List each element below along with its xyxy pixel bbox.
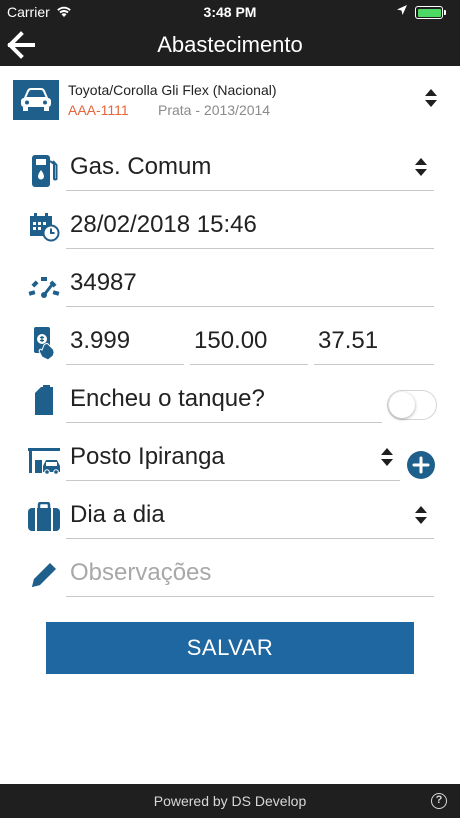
fuel-type-select[interactable]: Gas. Comum xyxy=(66,143,434,191)
sort-arrows-icon xyxy=(415,506,427,524)
fuel-can-icon xyxy=(26,383,62,419)
add-station-button[interactable] xyxy=(407,451,435,479)
calendar-clock-icon xyxy=(26,209,62,245)
car-icon xyxy=(13,80,59,120)
vehicle-details: Prata - 2013/2014 xyxy=(158,102,271,118)
vehicle-plate: AAA-1111 xyxy=(68,102,129,118)
odometer-field[interactable]: 34987 xyxy=(66,259,434,307)
fuel-type-row[interactable]: Gas. Comum xyxy=(0,139,460,197)
powered-by-text: Powered by DS Develop xyxy=(153,793,307,809)
station-row[interactable]: Posto Ipiranga xyxy=(0,429,460,487)
vehicle-name: Toyota/Corolla Gli Flex (Nacional) xyxy=(68,82,277,98)
full-tank-toggle[interactable] xyxy=(387,390,437,420)
vehicle-selector[interactable]: Toyota/Corolla Gli Flex (Nacional) AAA-1… xyxy=(0,66,460,132)
price-row: 3.999 150.00 37.51 xyxy=(0,313,460,371)
plus-icon xyxy=(412,456,430,474)
notes-field[interactable]: Observações xyxy=(66,549,434,597)
category-row[interactable]: Dia a dia xyxy=(0,487,460,545)
help-icon[interactable]: ? xyxy=(431,793,447,809)
datetime-field[interactable]: 28/02/2018 15:46 xyxy=(66,201,434,249)
battery-level xyxy=(417,8,441,17)
location-arrow-icon xyxy=(397,5,407,15)
briefcase-icon xyxy=(26,499,62,535)
price-per-liter-field[interactable]: 3.999 xyxy=(66,317,184,365)
sort-arrows-icon xyxy=(415,158,427,176)
gas-station-icon xyxy=(26,443,62,479)
liters-field[interactable]: 37.51 xyxy=(314,317,434,365)
battery-icon xyxy=(415,6,446,19)
station-select[interactable]: Posto Ipiranga xyxy=(66,433,400,481)
nav-bar: Abastecimento xyxy=(0,24,460,66)
datetime-row[interactable]: 28/02/2018 15:46 xyxy=(0,197,460,255)
full-tank-label: Encheu o tanque? xyxy=(66,375,382,423)
fuel-pump-icon xyxy=(26,153,62,189)
category-select[interactable]: Dia a dia xyxy=(66,491,434,539)
total-value-field[interactable]: 150.00 xyxy=(190,317,308,365)
sort-arrows-icon xyxy=(425,89,437,107)
page-title: Abastecimento xyxy=(157,32,303,57)
payment-icon xyxy=(26,325,62,361)
save-button[interactable]: SALVAR xyxy=(46,622,414,674)
status-bar: Carrier 3:48 PM xyxy=(0,0,460,24)
footer: Powered by DS Develop ? xyxy=(0,784,460,818)
odometer-icon xyxy=(26,269,62,305)
clock: 3:48 PM xyxy=(203,4,257,20)
pencil-icon xyxy=(26,557,62,593)
odometer-row[interactable]: 34987 xyxy=(0,255,460,313)
notes-row[interactable]: Observações xyxy=(0,545,460,603)
sort-arrows-icon xyxy=(381,448,393,466)
